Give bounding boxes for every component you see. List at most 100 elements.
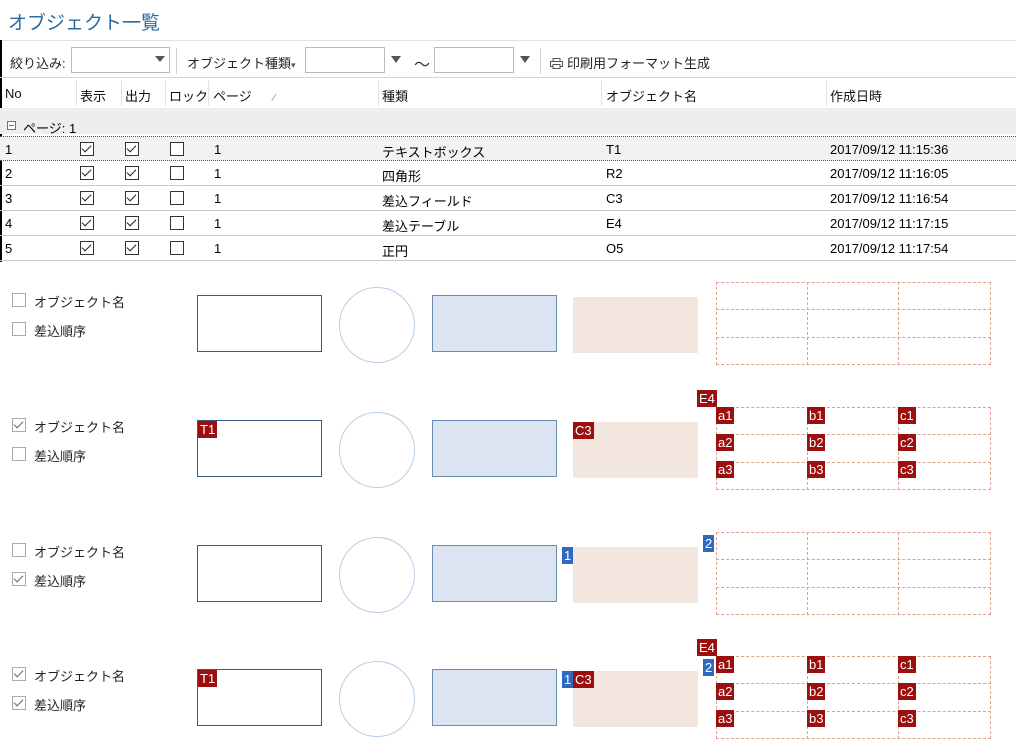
cell-object-name: R2 (606, 166, 623, 181)
show-checkbox[interactable] (80, 241, 94, 255)
object-name-option-label: オブジェクト名 (34, 295, 126, 310)
cell-page: 1 (214, 166, 222, 181)
output-checkbox[interactable] (125, 142, 139, 156)
circle-shape[interactable] (339, 537, 415, 613)
column-header-page[interactable]: ページ ⁄ (213, 86, 275, 105)
show-checkbox[interactable] (80, 191, 94, 205)
merge-table-shape[interactable] (573, 297, 698, 353)
cell-tag: b3 (807, 461, 826, 478)
merge-grid[interactable] (716, 407, 991, 490)
lock-checkbox[interactable] (170, 241, 184, 255)
output-checkbox[interactable] (125, 241, 139, 255)
grid-line (716, 434, 991, 435)
cell-type: 差込フィールド (382, 194, 473, 209)
merge-grid[interactable] (716, 282, 991, 365)
show-checkbox[interactable] (80, 142, 94, 156)
merge-table-shape[interactable] (573, 547, 698, 603)
cell-tag: b3 (807, 710, 826, 727)
circle-shape[interactable] (339, 412, 415, 488)
field-shape[interactable] (432, 420, 557, 477)
output-checkbox[interactable] (125, 166, 139, 180)
column-header-page-label: ページ (213, 89, 252, 104)
object-name-tag: C3 (573, 671, 594, 688)
from-input[interactable] (305, 47, 385, 73)
table-row[interactable]: 1 1 テキストボックス T1 2017/09/12 11:15:36 (0, 136, 1016, 161)
printer-icon (550, 58, 563, 69)
cell-tag: c2 (898, 434, 916, 451)
merge-order-checkbox[interactable] (12, 572, 26, 586)
output-checkbox[interactable] (125, 216, 139, 230)
cell-page: 1 (214, 241, 222, 256)
filter-label: 絞り込み: (10, 56, 66, 71)
cell-tag: b1 (807, 407, 826, 424)
collapse-group-icon[interactable] (7, 121, 16, 130)
object-name-option-label: オブジェクト名 (34, 669, 126, 684)
merge-grid[interactable] (716, 532, 991, 615)
object-name-checkbox[interactable] (12, 667, 26, 681)
table-row[interactable]: 3 1 差込フィールド C3 2017/09/12 11:16:54 (0, 186, 1016, 211)
merge-grid[interactable] (716, 656, 991, 739)
field-shape[interactable] (432, 669, 557, 726)
print-format-label: 印刷用フォーマット生成 (567, 56, 711, 71)
column-header-created[interactable]: 作成日時 (830, 86, 882, 105)
dropdown-caret-icon: ▾ (291, 60, 296, 70)
cell-created: 2017/09/12 11:15:36 (830, 142, 949, 157)
table-row[interactable]: 4 1 差込テーブル E4 2017/09/12 11:17:15 (0, 211, 1016, 236)
from-dropdown-icon[interactable] (391, 56, 401, 63)
lock-checkbox[interactable] (170, 191, 184, 205)
object-name-tag: E4 (697, 639, 717, 656)
column-header-object-name[interactable]: オブジェクト名 (606, 86, 697, 105)
merge-order-checkbox[interactable] (12, 322, 26, 336)
column-header-show[interactable]: 表示 (80, 86, 106, 105)
cell-tag: b2 (807, 434, 826, 451)
grid-line (716, 587, 991, 588)
cell-no: 3 (5, 191, 13, 206)
object-name-tag: T1 (198, 421, 218, 438)
output-checkbox[interactable] (125, 191, 139, 205)
table-row[interactable]: 2 1 四角形 R2 2017/09/12 11:16:05 (0, 161, 1016, 186)
lock-checkbox[interactable] (170, 216, 184, 230)
cell-tag: c3 (898, 461, 916, 478)
circle-shape[interactable] (339, 287, 415, 363)
grid-line (716, 711, 991, 712)
circle-shape[interactable] (339, 661, 415, 737)
cell-tag: a3 (716, 710, 735, 727)
merge-order-checkbox[interactable] (12, 447, 26, 461)
object-name-checkbox[interactable] (12, 543, 26, 557)
filter-combo[interactable] (71, 47, 170, 73)
merge-order-checkbox[interactable] (12, 696, 26, 710)
object-name-checkbox[interactable] (12, 293, 26, 307)
chevron-down-icon (155, 56, 165, 62)
to-input[interactable] (434, 47, 514, 73)
object-name-tag: E4 (697, 390, 717, 407)
column-header-type[interactable]: 種類 (382, 86, 408, 105)
show-checkbox[interactable] (80, 166, 94, 180)
object-type-label: オブジェクト種類 (187, 56, 292, 71)
object-type-dropdown[interactable]: オブジェクト種類▾ (187, 53, 296, 72)
column-divider (378, 80, 379, 106)
field-shape[interactable] (432, 545, 557, 602)
show-checkbox[interactable] (80, 216, 94, 230)
object-name-option-label: オブジェクト名 (34, 545, 126, 560)
object-name-checkbox[interactable] (12, 418, 26, 432)
lock-checkbox[interactable] (170, 142, 184, 156)
group-label: ページ: 1 (23, 121, 77, 136)
text-box-shape[interactable] (197, 545, 322, 602)
cell-created: 2017/09/12 11:17:15 (830, 216, 949, 231)
column-header-no[interactable]: No (5, 86, 22, 101)
column-header-output[interactable]: 出力 (125, 86, 151, 105)
lock-checkbox[interactable] (170, 166, 184, 180)
cell-tag: a3 (716, 461, 735, 478)
grid-line (898, 532, 899, 615)
column-divider (121, 80, 122, 106)
cell-tag: c1 (898, 407, 916, 424)
cell-tag: c2 (898, 683, 916, 700)
field-shape[interactable] (432, 295, 557, 352)
text-box-shape[interactable] (197, 295, 322, 352)
table-row[interactable]: 5 1 正円 O5 2017/09/12 11:17:54 (0, 236, 1016, 261)
column-header-lock[interactable]: ロック (169, 86, 208, 105)
to-dropdown-icon[interactable] (520, 56, 530, 63)
grid-line (716, 559, 991, 560)
print-format-button[interactable]: 印刷用フォーマット生成 (550, 53, 710, 72)
cell-tag: a2 (716, 434, 735, 451)
